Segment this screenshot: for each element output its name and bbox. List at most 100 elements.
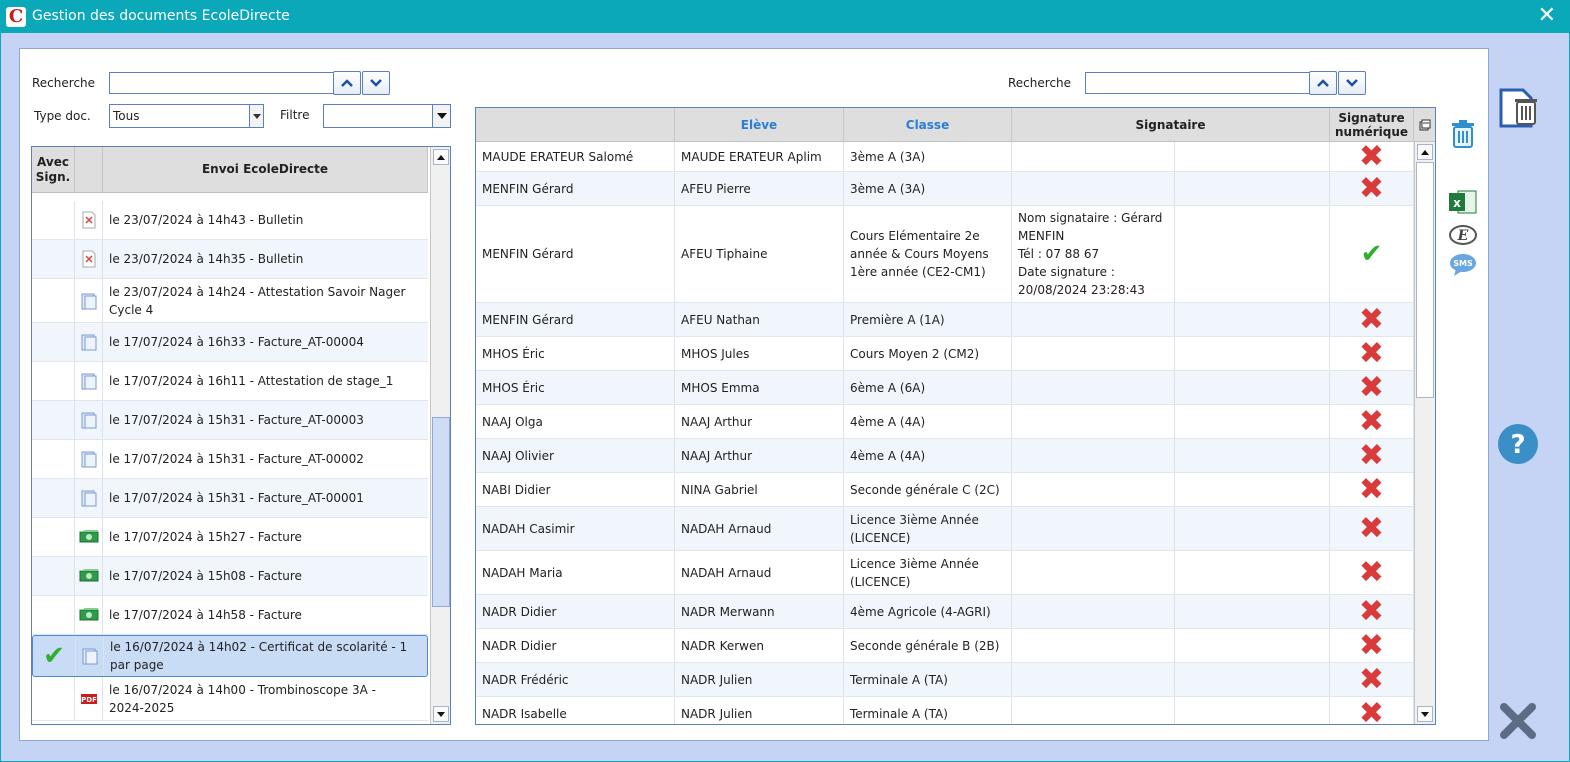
delete-document-icon[interactable] (1497, 86, 1541, 133)
list-item[interactable]: le 17/07/2024 à 14h58 - Facture (32, 596, 428, 635)
type-doc-dropdown-button[interactable] (249, 105, 263, 127)
table-row[interactable]: NADAH Maria NADAH Arnaud Licence 3ième Ann… (476, 551, 1414, 595)
list-item[interactable]: le 17/07/2024 à 15h31 - Facture_AT-00002 (32, 440, 428, 479)
ecoledirecte-icon[interactable]: E (1448, 224, 1478, 249)
type-doc-label: Type doc. (34, 109, 91, 123)
col-header-eleve[interactable]: Elève (675, 108, 844, 142)
empty-cell (1175, 206, 1330, 302)
empty-cell (1175, 172, 1330, 205)
classe-cell: Licence 3ième Année (LICENCE) (844, 551, 1012, 594)
list-item[interactable]: le 23/07/2024 à 14h43 - Bulletin (32, 201, 428, 240)
col-header-envoi[interactable]: Envoi EcoleDirecte (103, 147, 428, 192)
eleve-cell: AFEU Tiphaine (675, 206, 844, 302)
eleve-cell: MAUDE ERATEUR Aplim (675, 142, 844, 171)
list-item[interactable]: PDF le 16/07/2024 à 14h00 - Trombinoscope… (32, 677, 428, 721)
filter-select[interactable] (323, 104, 451, 128)
scroll-down-button[interactable] (1417, 706, 1433, 722)
list-item[interactable]: le 23/07/2024 à 14h35 - Bulletin (32, 240, 428, 279)
scroll-thumb[interactable] (432, 417, 450, 607)
filter-dropdown-button[interactable] (432, 105, 450, 127)
signataire-cell (1012, 473, 1175, 506)
empty-cell (1175, 595, 1330, 628)
list-item[interactable]: le 23/07/2024 à 14h24 - Attestation Savo… (32, 279, 428, 323)
table-row[interactable]: NABI Didier NINA Gabriel Seconde générale … (476, 473, 1414, 507)
table-row[interactable]: NAAJ Olga NAAJ Arthur 4ème A (4A) ✖ (476, 405, 1414, 439)
document-label: le 17/07/2024 à 16h33 - Facture_AT-00004 (109, 335, 364, 349)
signature-status-cell: ✖ (1330, 595, 1414, 628)
table-row[interactable]: NADAH Casimir NADAH Arnaud Licence 3ième A… (476, 507, 1414, 551)
cross-icon: ✖ (1358, 510, 1385, 546)
recipients-scrollbar[interactable] (1414, 142, 1435, 724)
table-row[interactable]: MENFIN Gérard AFEU Tiphaine Cours Elémenta… (476, 206, 1414, 303)
table-row[interactable]: MENFIN Gérard AFEU Pierre 3ème A (3A) ✖ (476, 172, 1414, 206)
document-icon (75, 440, 103, 478)
close-window-icon[interactable]: ✕ (1538, 4, 1556, 28)
document-icon (75, 323, 103, 361)
left-search-next-button[interactable] (362, 71, 390, 95)
col-header-sign[interactable]: Avec Sign. (32, 147, 75, 192)
chevron-down-icon (252, 113, 261, 119)
table-row[interactable]: MHOS Éric MHOS Jules Cours Moyen 2 (CM2) ✖ (476, 337, 1414, 371)
scroll-up-button[interactable] (1417, 144, 1433, 160)
col-header-classe[interactable]: Classe (844, 108, 1012, 142)
parent-name-cell: NABI Didier (476, 473, 675, 506)
list-item[interactable]: ✔ le 16/07/2024 à 14h02 - Certificat de s… (32, 635, 428, 677)
table-row[interactable]: NAAJ Olivier NAAJ Arthur 4ème A (4A) ✖ (476, 439, 1414, 473)
col-header-name[interactable] (476, 108, 675, 142)
table-row[interactable]: NADR Didier NADR Kerwen Seconde générale B… (476, 629, 1414, 663)
column-chooser-icon[interactable] (1414, 108, 1435, 142)
col-header-signature[interactable]: Signature numérique (1330, 108, 1414, 142)
list-item[interactable]: le 17/07/2024 à 16h11 - Attestation de s… (32, 362, 428, 401)
signature-cell (32, 240, 75, 278)
chevron-down-icon (1346, 79, 1358, 87)
scroll-up-icon (437, 154, 445, 160)
trash-icon[interactable] (1450, 119, 1476, 152)
empty-cell (1175, 371, 1330, 404)
list-item[interactable]: le 17/07/2024 à 15h27 - Facture (32, 518, 428, 557)
list-item[interactable]: le 17/07/2024 à 15h08 - Facture (32, 557, 428, 596)
list-item[interactable]: le 17/07/2024 à 16h33 - Facture_AT-00004 (32, 323, 428, 362)
signataire-cell (1012, 697, 1175, 724)
col-header-signataire[interactable]: Signataire (1012, 108, 1330, 142)
parent-name-cell: MHOS Éric (476, 371, 675, 404)
left-search-prev-button[interactable] (333, 71, 361, 95)
table-row[interactable]: NADR Frédéric NADR Julien Terminale A (TA)… (476, 663, 1414, 697)
table-row[interactable]: MAUDE ERATEUR Salomé MAUDE ERATEUR Aplim 3… (476, 141, 1414, 172)
document-label: le 23/07/2024 à 14h24 - Attestation Savo… (109, 284, 406, 317)
close-dialog-icon[interactable] (1498, 701, 1538, 744)
type-doc-select[interactable]: Tous (109, 104, 264, 128)
eleve-cell: NAAJ Arthur (675, 405, 844, 438)
right-search-prev-button[interactable] (1309, 71, 1337, 95)
left-search-input[interactable] (109, 72, 334, 94)
right-search-input[interactable] (1085, 72, 1310, 94)
table-row[interactable]: MENFIN Gérard AFEU Nathan Première A (1A) ✖ (476, 303, 1414, 337)
sms-icon[interactable]: SMS (1448, 253, 1478, 280)
table-row[interactable]: MHOS Éric MHOS Emma 6ème A (6A) ✖ (476, 371, 1414, 405)
document-label: le 17/07/2024 à 15h08 - Facture (109, 569, 302, 583)
help-icon[interactable]: ? (1497, 423, 1539, 468)
scroll-down-button[interactable] (433, 706, 449, 722)
svg-text:SMS: SMS (1453, 259, 1473, 268)
parent-name-cell: NADR Frédéric (476, 663, 675, 696)
window-title: Gestion des documents EcoleDirecte (32, 8, 290, 24)
list-item[interactable]: le 17/07/2024 à 15h31 - Facture_AT-00003 (32, 401, 428, 440)
signataire-cell (1012, 172, 1175, 205)
classe-cell: 4ème Agricole (4-AGRI) (844, 595, 1012, 628)
chevron-down-icon (370, 79, 382, 87)
excel-export-icon[interactable]: x (1448, 189, 1478, 218)
documents-scrollbar[interactable] (430, 147, 450, 724)
table-row[interactable]: NADR Isabelle NADR Julien Terminale A (TA)… (476, 697, 1414, 724)
signataire-cell (1012, 439, 1175, 472)
eleve-cell: AFEU Pierre (675, 172, 844, 205)
col-header-icon (75, 147, 103, 192)
signature-status-cell: ✖ (1330, 551, 1414, 594)
scroll-up-button[interactable] (433, 149, 449, 165)
table-row[interactable]: NADR Didier NADR Merwann 4ème Agricole (4-… (476, 595, 1414, 629)
document-label: le 17/07/2024 à 15h31 - Facture_AT-00001 (109, 491, 364, 505)
right-search-next-button[interactable] (1338, 71, 1366, 95)
scroll-thumb[interactable] (1416, 162, 1434, 398)
list-item[interactable]: le 17/07/2024 à 15h31 - Facture_AT-00001 (32, 479, 428, 518)
signature-status-cell: ✖ (1330, 629, 1414, 662)
signataire-cell (1012, 405, 1175, 438)
empty-cell (1175, 551, 1330, 594)
